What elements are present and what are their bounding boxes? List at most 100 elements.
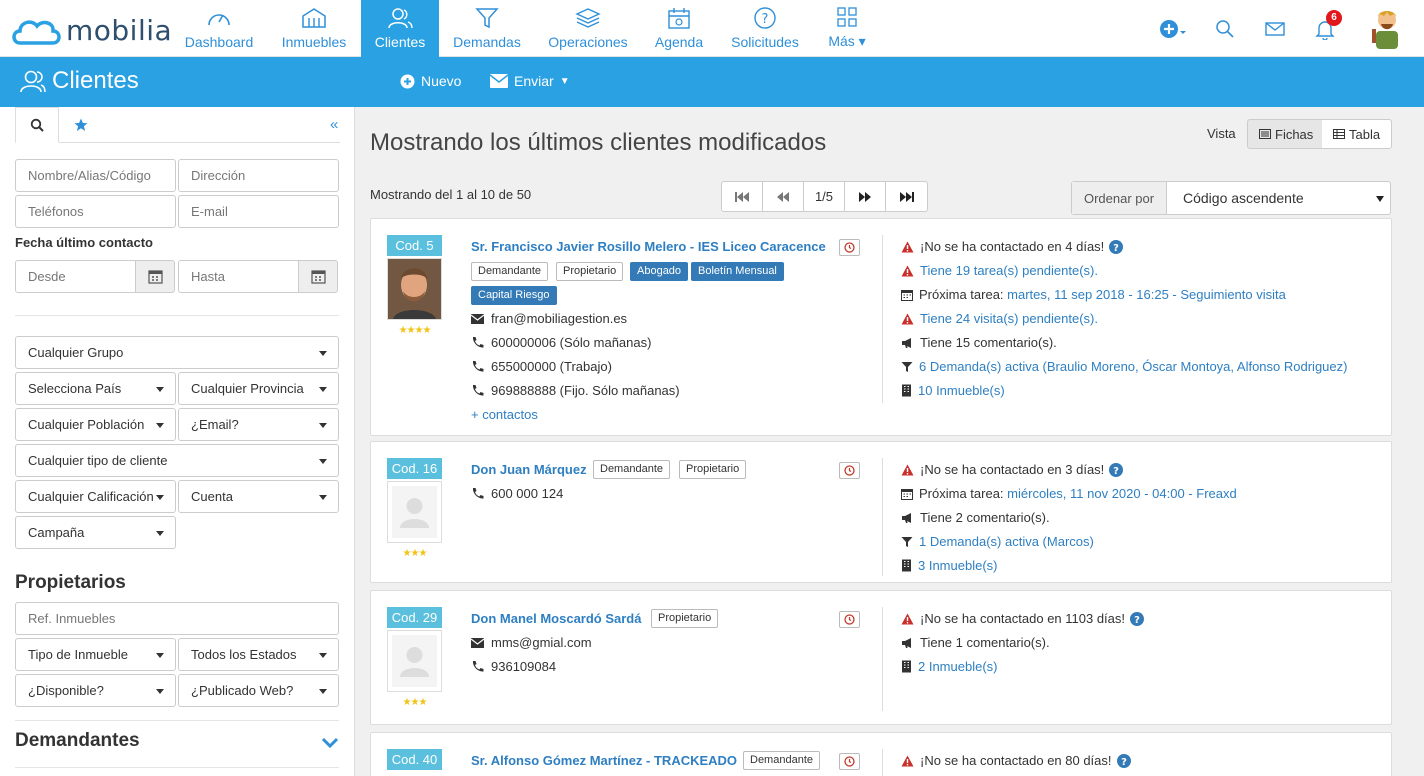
collapse-sidebar-icon[interactable]: « <box>330 116 338 133</box>
client-rating: ★★★ <box>402 697 428 708</box>
town-select[interactable]: Cualquier Población <box>15 408 176 441</box>
last-page-button[interactable] <box>886 182 927 211</box>
date-to-picker[interactable] <box>298 260 338 293</box>
filter-icon <box>901 536 913 547</box>
nav-mas[interactable]: Más ▾ <box>823 0 871 57</box>
nav-demandas[interactable]: Demandas <box>450 0 524 57</box>
group-select[interactable]: Cualquier Grupo <box>15 336 339 369</box>
comments-count: Tiene 15 comentario(s). <box>901 335 1057 350</box>
date-from-input[interactable]: Desde <box>15 260 136 293</box>
email-input[interactable]: E-mail <box>178 195 339 228</box>
building-icon <box>902 559 911 572</box>
client-card: Cod. 5 ★★★★ Sr. Francisco Javier Rosillo… <box>370 218 1392 436</box>
send-menu-button[interactable]: Enviar ▼ <box>490 73 570 89</box>
client-phone[interactable]: 600000006 (Sólo mañanas) <box>471 335 651 350</box>
properties-link[interactable]: 2 Inmueble(s) <box>901 659 997 674</box>
client-phone[interactable]: 936109084 <box>471 659 556 674</box>
states-select[interactable]: Todos los Estados <box>178 638 339 671</box>
client-email[interactable]: mms@gmial.com <box>471 635 592 650</box>
reminder-button[interactable] <box>839 611 860 628</box>
help-icon[interactable]: ? <box>1130 611 1145 626</box>
active-demands-link[interactable]: 6 Demanda(s) activa (Braulio Moreno, Ósc… <box>901 359 1347 374</box>
nav-agenda[interactable]: Agenda <box>651 0 707 57</box>
property-type-select[interactable]: Tipo de Inmueble <box>15 638 176 671</box>
client-name-link[interactable]: Don Manel Moscardó Sardá <box>471 611 641 626</box>
view-cards-button[interactable]: Fichas <box>1247 119 1326 149</box>
rewind-icon <box>777 191 789 202</box>
warning-icon <box>901 464 914 475</box>
account-select[interactable]: Cuenta <box>178 480 339 513</box>
nav-dashboard[interactable]: Dashboard <box>180 0 258 57</box>
nav-operaciones[interactable]: Operaciones <box>545 0 631 57</box>
phone-icon <box>472 488 484 499</box>
nav-solicitudes[interactable]: ? Solicitudes <box>727 0 803 57</box>
tab-favorites[interactable] <box>59 107 103 143</box>
next-task-link[interactable]: martes, 11 sep 2018 - 16:25 - Seguimient… <box>1007 287 1286 302</box>
megaphone-icon <box>902 512 911 523</box>
country-select[interactable]: Selecciona País <box>15 372 176 405</box>
phones-input[interactable]: Teléfonos <box>15 195 176 228</box>
clock-icon <box>844 614 855 625</box>
date-from-picker[interactable] <box>135 260 175 293</box>
clock-icon <box>844 242 855 253</box>
first-page-button[interactable] <box>722 182 763 211</box>
province-select[interactable]: Cualquier Provincia <box>178 372 339 405</box>
client-type-select[interactable]: Cualquier tipo de cliente <box>15 444 339 477</box>
client-phone[interactable]: 969888888 (Fijo. Sólo mañanas) <box>471 383 680 398</box>
help-icon[interactable]: ? <box>1109 239 1124 254</box>
pending-visits-link[interactable]: Tiene 24 visita(s) pendiente(s). <box>901 311 1098 326</box>
client-email[interactable]: fran@mobiliagestion.es <box>471 311 627 326</box>
more-contacts-link[interactable]: + contactos <box>471 407 538 422</box>
available-select[interactable]: ¿Disponible? <box>15 674 176 707</box>
help-icon[interactable]: ? <box>1109 462 1124 477</box>
nav-inmuebles[interactable]: Inmuebles <box>276 0 352 57</box>
client-phone[interactable]: 600 000 124 <box>471 486 563 501</box>
phone-icon <box>472 385 484 396</box>
user-avatar[interactable] <box>1370 0 1404 57</box>
ref-properties-input[interactable]: Ref. Inmuebles <box>15 602 339 635</box>
client-name-link[interactable]: Sr. Alfonso Gómez Martínez - TRACKEADO <box>471 753 737 768</box>
address-input[interactable]: Dirección <box>178 159 339 192</box>
nav-label: Operaciones <box>548 34 628 50</box>
client-code-badge: Cod. 29 <box>387 607 442 628</box>
top-navbar: mobilia Dashboard Inmuebles Clientes Dem… <box>0 0 1424 57</box>
campaign-select[interactable]: Campaña <box>15 516 176 549</box>
next-task-link[interactable]: miércoles, 11 nov 2020 - 04:00 - Freaxd <box>1007 486 1237 501</box>
pending-tasks-link[interactable]: Tiene 19 tarea(s) pendiente(s). <box>901 263 1098 278</box>
prev-page-button[interactable] <box>763 182 804 211</box>
next-task: Próxima tarea: miércoles, 11 nov 2020 - … <box>901 486 1237 501</box>
add-menu[interactable] <box>1158 0 1188 57</box>
expand-demanders-icon[interactable] <box>321 737 339 752</box>
mail-button[interactable] <box>1265 0 1285 57</box>
client-photo[interactable] <box>387 481 442 543</box>
client-name-link[interactable]: Sr. Francisco Javier Rosillo Melero - IE… <box>471 239 826 254</box>
email-select[interactable]: ¿Email? <box>178 408 339 441</box>
nav-clientes[interactable]: Clientes <box>361 0 439 57</box>
caret-icon <box>319 495 327 500</box>
name-input[interactable]: Nombre/Alias/Código <box>15 159 176 192</box>
tag-demandante: Demandante <box>593 460 670 479</box>
next-page-button[interactable] <box>845 182 886 211</box>
notifications-button[interactable] <box>1315 0 1335 57</box>
view-table-button[interactable]: Tabla <box>1322 119 1393 149</box>
logo[interactable]: mobilia <box>10 14 172 47</box>
reminder-button[interactable] <box>839 753 860 770</box>
client-photo[interactable] <box>387 630 442 692</box>
tab-search[interactable] <box>15 107 59 143</box>
nav-label: Dashboard <box>184 34 254 50</box>
properties-link[interactable]: 10 Inmueble(s) <box>901 383 1005 398</box>
published-select[interactable]: ¿Publicado Web? <box>178 674 339 707</box>
reminder-button[interactable] <box>839 462 860 479</box>
help-icon[interactable]: ? <box>1116 753 1131 768</box>
sort-select[interactable]: Código ascendente <box>1167 182 1390 214</box>
client-name-link[interactable]: Don Juan Márquez <box>471 462 587 477</box>
reminder-button[interactable] <box>839 239 860 256</box>
date-to-input[interactable]: Hasta <box>178 260 299 293</box>
client-phone[interactable]: 655000000 (Trabajo) <box>471 359 612 374</box>
client-photo[interactable] <box>387 258 442 320</box>
properties-link[interactable]: 3 Inmueble(s) <box>901 558 997 573</box>
search-button[interactable] <box>1215 0 1235 57</box>
active-demands-link[interactable]: 1 Demanda(s) activa (Marcos) <box>901 534 1094 549</box>
rating-select[interactable]: Cualquier Calificación <box>15 480 176 513</box>
new-client-button[interactable]: Nuevo <box>400 73 461 89</box>
